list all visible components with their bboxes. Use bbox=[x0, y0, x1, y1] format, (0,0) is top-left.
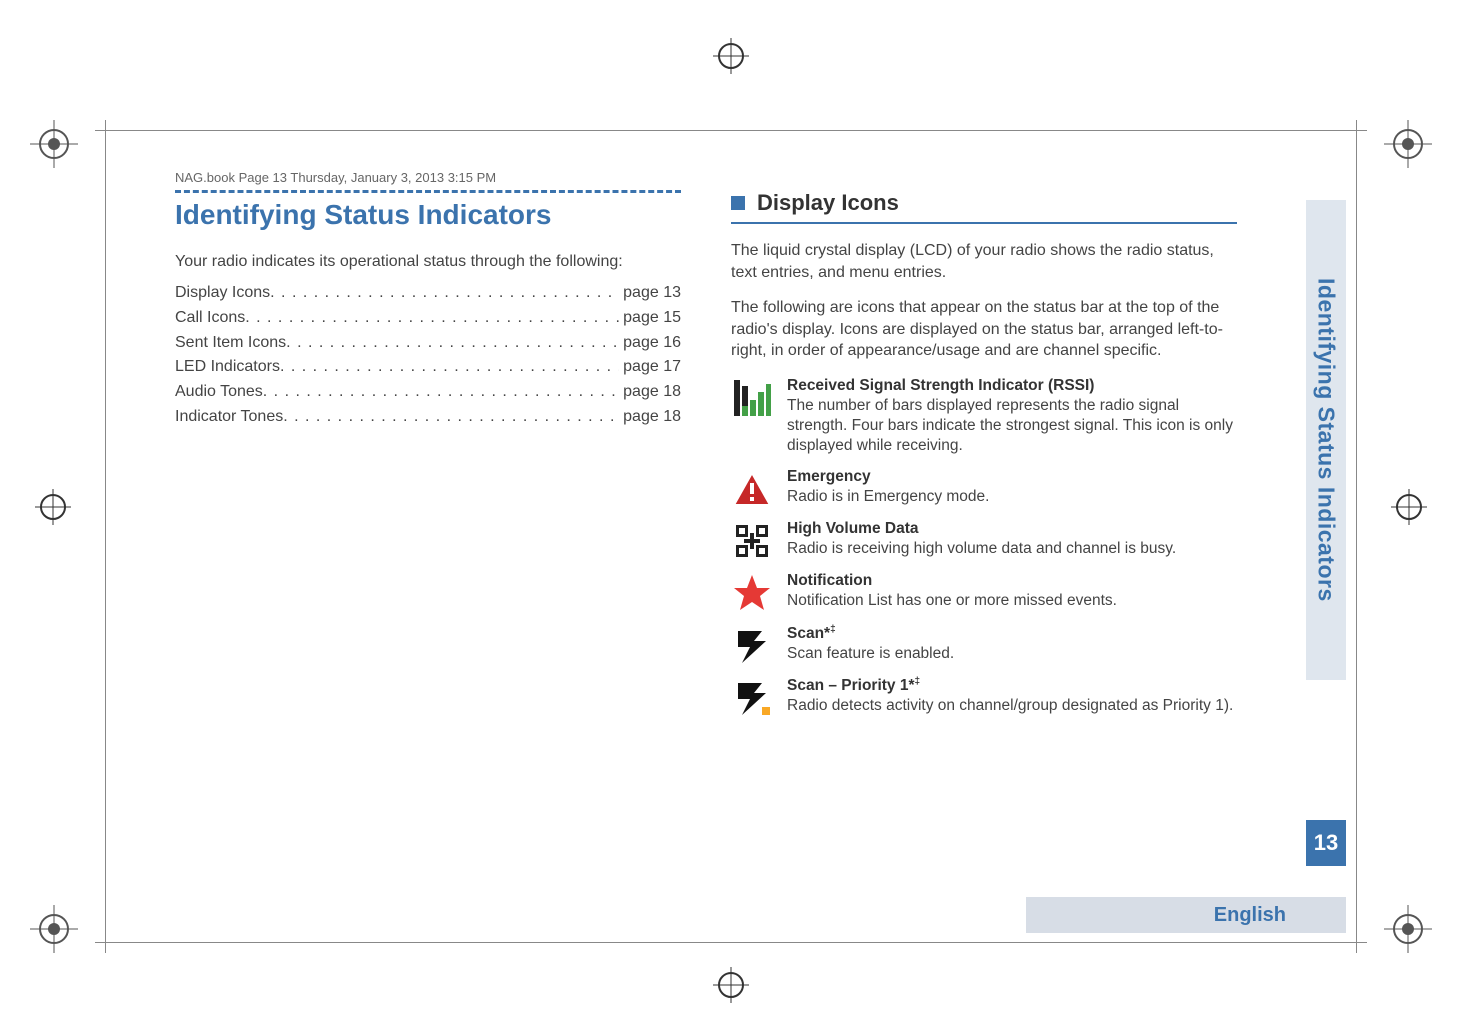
registration-mark-icon bbox=[35, 489, 71, 525]
registration-mark-icon bbox=[1391, 489, 1427, 525]
toc-page: page 15 bbox=[619, 306, 681, 331]
toc-label: Sent Item Icons bbox=[175, 331, 286, 356]
subheading-rule bbox=[731, 222, 1237, 224]
registration-mark-icon bbox=[713, 967, 749, 1003]
icon-title: Emergency bbox=[787, 467, 1237, 487]
subheading-marker-icon bbox=[731, 196, 745, 210]
icon-entry-emergency: Emergency Radio is in Emergency mode. bbox=[731, 467, 1237, 509]
scan-icon bbox=[731, 623, 773, 665]
toc-label: Indicator Tones bbox=[175, 405, 283, 430]
icon-entry-rssi: Received Signal Strength Indicator (RSSI… bbox=[731, 376, 1237, 457]
section-heading: Identifying Status Indicators bbox=[175, 199, 681, 231]
crop-mark-icon bbox=[1384, 905, 1432, 953]
icon-entry-scan: Scan*‡ Scan feature is enabled. bbox=[731, 623, 1237, 665]
icon-desc: Notification List has one or more missed… bbox=[787, 591, 1237, 611]
icon-title: Scan – Priority 1*‡ bbox=[787, 675, 1237, 696]
icon-desc: Scan feature is enabled. bbox=[787, 644, 1237, 664]
toc-label: Audio Tones bbox=[175, 380, 263, 405]
toc-row: Call Icons page 15 bbox=[175, 306, 681, 331]
page-number-tab: 13 bbox=[1306, 820, 1346, 866]
crop-mark-icon bbox=[1384, 120, 1432, 168]
icon-title: Notification bbox=[787, 571, 1237, 591]
icon-desc: Radio is receiving high volume data and … bbox=[787, 539, 1237, 559]
emergency-icon bbox=[731, 467, 773, 509]
side-tab-label: Identifying Status Indicators bbox=[1313, 278, 1340, 602]
icon-title: Scan*‡ bbox=[787, 623, 1237, 644]
icon-entry-high-volume-data: High Volume Data Radio is receiving high… bbox=[731, 519, 1237, 561]
toc-label: Call Icons bbox=[175, 306, 245, 331]
icon-text: Scan – Priority 1*‡ Radio detects activi… bbox=[787, 675, 1237, 716]
toc-leader bbox=[286, 331, 619, 356]
toc-leader bbox=[283, 405, 619, 430]
crop-line bbox=[105, 120, 106, 953]
toc-page: page 18 bbox=[619, 405, 681, 430]
toc-leader bbox=[280, 355, 619, 380]
left-column: Identifying Status Indicators Your radio… bbox=[175, 190, 681, 903]
icon-text: Scan*‡ Scan feature is enabled. bbox=[787, 623, 1237, 664]
toc-row: Audio Tones page 18 bbox=[175, 380, 681, 405]
icon-title: High Volume Data bbox=[787, 519, 1237, 539]
toc-page: page 13 bbox=[619, 281, 681, 306]
toc-label: Display Icons bbox=[175, 281, 270, 306]
crop-line bbox=[1356, 120, 1357, 953]
scan-priority-1-icon bbox=[731, 675, 773, 717]
icon-text: High Volume Data Radio is receiving high… bbox=[787, 519, 1237, 559]
toc-leader bbox=[245, 306, 619, 331]
registration-mark-icon bbox=[713, 38, 749, 74]
rssi-icon bbox=[731, 376, 773, 418]
subheading-row: Display Icons bbox=[731, 190, 1237, 216]
crop-mark-icon bbox=[30, 905, 78, 953]
notification-icon bbox=[731, 571, 773, 613]
side-tab: Identifying Status Indicators bbox=[1306, 200, 1346, 680]
icon-text: Received Signal Strength Indicator (RSSI… bbox=[787, 376, 1237, 457]
icon-desc: The number of bars displayed represents … bbox=[787, 396, 1237, 456]
toc-leader bbox=[263, 380, 619, 405]
icon-title: Received Signal Strength Indicator (RSSI… bbox=[787, 376, 1237, 396]
toc-row: Sent Item Icons page 16 bbox=[175, 331, 681, 356]
toc-row: LED Indicators page 17 bbox=[175, 355, 681, 380]
running-header: NAG.book Page 13 Thursday, January 3, 20… bbox=[175, 170, 496, 185]
language-tab: English bbox=[1026, 897, 1346, 933]
crop-line bbox=[95, 130, 1367, 131]
icon-text: Emergency Radio is in Emergency mode. bbox=[787, 467, 1237, 507]
right-column: Display Icons The liquid crystal display… bbox=[731, 190, 1287, 903]
toc-leader bbox=[270, 281, 619, 306]
icon-entry-notification: Notification Notification List has one o… bbox=[731, 571, 1237, 613]
subheading: Display Icons bbox=[757, 190, 899, 216]
toc-row: Indicator Tones page 18 bbox=[175, 405, 681, 430]
section-rule bbox=[175, 190, 681, 193]
toc-label: LED Indicators bbox=[175, 355, 280, 380]
toc-page: page 16 bbox=[619, 331, 681, 356]
icon-entry-scan-priority-1: Scan – Priority 1*‡ Radio detects activi… bbox=[731, 675, 1237, 717]
crop-line bbox=[95, 942, 1367, 943]
toc-page: page 18 bbox=[619, 380, 681, 405]
crop-mark-icon bbox=[30, 120, 78, 168]
icon-desc: Radio detects activity on channel/group … bbox=[787, 696, 1237, 716]
body-paragraph: The liquid crystal display (LCD) of your… bbox=[731, 240, 1237, 283]
page-body: Identifying Status Indicators Your radio… bbox=[175, 190, 1287, 903]
toc-row: Display Icons page 13 bbox=[175, 281, 681, 306]
section-intro: Your radio indicates its operational sta… bbox=[175, 253, 681, 271]
icon-desc: Radio is in Emergency mode. bbox=[787, 487, 1237, 507]
high-volume-data-icon bbox=[731, 519, 773, 561]
toc-page: page 17 bbox=[619, 355, 681, 380]
icon-text: Notification Notification List has one o… bbox=[787, 571, 1237, 611]
body-paragraph: The following are icons that appear on t… bbox=[731, 297, 1237, 362]
